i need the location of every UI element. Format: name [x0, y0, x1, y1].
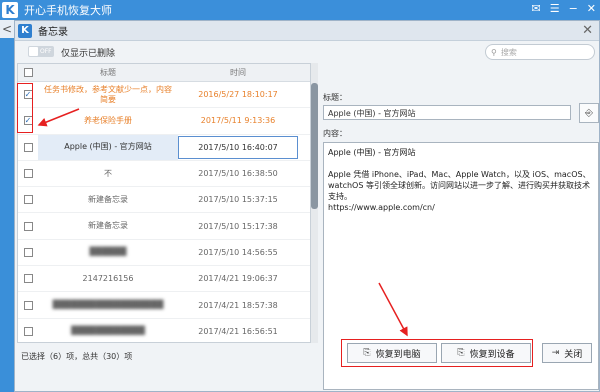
- list-item[interactable]: 2147216156 2017/4/21 19:06:37: [18, 266, 310, 293]
- list-header: 标题 时间: [18, 64, 310, 82]
- row-title: ██████: [89, 247, 127, 257]
- content-line-2: Apple 凭借 iPhone、iPad、Mac、Apple Watch，以及 …: [328, 170, 591, 201]
- row-time: 2017/5/10 14:56:55: [198, 247, 278, 257]
- row-check-cell: [18, 274, 38, 284]
- computer-icon: ⎘: [363, 348, 371, 358]
- row-checkbox[interactable]: [23, 142, 33, 152]
- close-button[interactable]: ⇥ 关闭: [542, 343, 592, 363]
- notes-dialog: K 备忘录 ✕ OFF 仅显示已删除 ⚲ 搜索 标题 时间 ✓ 任务书修改，参考文…: [14, 20, 600, 392]
- app-titlebar: K 开心手机恢复大师 ✉ ☰ − ✕: [0, 0, 600, 20]
- row-check-cell: [18, 142, 38, 152]
- restore-to-device-label: 恢复到设备: [469, 349, 515, 360]
- detail-panel: 标题： Apple (中国) - 官方网站 ⎆ 内容： Apple (中国) -…: [323, 63, 599, 390]
- list-item[interactable]: 新建备忘录 2017/5/10 15:17:38: [18, 213, 310, 240]
- row-title: ████████████: [71, 326, 145, 336]
- row-checkbox[interactable]: [23, 247, 33, 257]
- select-all-cell: [18, 68, 38, 77]
- row-checkbox[interactable]: [23, 221, 33, 231]
- toggle-knob: [29, 47, 38, 56]
- dialog-header: K 备忘录 ✕: [15, 21, 599, 41]
- app-title: 开心手机恢复大师: [24, 4, 112, 17]
- row-title: 新建备忘录: [88, 194, 128, 204]
- selection-status: 已选择（6）项，总共（30）项: [21, 352, 133, 361]
- select-all-checkbox[interactable]: [23, 68, 33, 77]
- list-item[interactable]: 新建备忘录 2017/5/10 15:37:15: [18, 187, 310, 214]
- message-icon[interactable]: ✉: [531, 2, 540, 15]
- row-title: 养老保险手册: [84, 115, 132, 125]
- restore-to-pc-label: 恢复到电脑: [375, 349, 421, 360]
- title-label: 标题：: [323, 93, 347, 102]
- row-title: 不: [104, 168, 112, 178]
- title-field[interactable]: Apple (中国) - 官方网站: [323, 105, 571, 120]
- list-item[interactable]: 不 2017/5/10 16:38:50: [18, 161, 310, 188]
- row-title: Apple (中国) - 官方网站: [38, 134, 178, 160]
- close-label: 关闭: [564, 349, 583, 360]
- row-checkbox[interactable]: ✓: [23, 116, 33, 126]
- row-checkbox[interactable]: [23, 300, 33, 310]
- row-time: 2017/5/10 15:37:15: [198, 195, 278, 205]
- row-checkbox[interactable]: [23, 326, 33, 336]
- exit-icon: ⇥: [551, 348, 560, 358]
- row-time: 2017/4/21 19:06:37: [198, 274, 278, 284]
- row-check-cell: [18, 169, 38, 179]
- row-time: 2017/5/10 16:40:07: [178, 135, 298, 159]
- notes-list: 标题 时间 ✓ 任务书修改，参考文献少一点，内容简要 2016/5/27 18:10…: [17, 63, 311, 343]
- dialog-close-icon[interactable]: ✕: [582, 23, 593, 38]
- row-check-cell: [18, 326, 38, 336]
- list-item[interactable]: ██████████████████ 2017/4/21 18:57:38: [18, 292, 310, 319]
- row-check-cell: [18, 247, 38, 257]
- header-time[interactable]: 时间: [178, 67, 298, 78]
- scrollbar-thumb[interactable]: [311, 83, 318, 209]
- toggle-state: OFF: [40, 48, 52, 55]
- dialog-logo: K: [18, 23, 32, 38]
- search-placeholder: 搜索: [500, 47, 517, 57]
- dialog-title: 备忘录: [38, 27, 68, 38]
- row-checkbox[interactable]: [23, 274, 33, 284]
- row-time: 2017/5/10 16:38:50: [198, 169, 278, 179]
- copy-title-button[interactable]: ⎆: [579, 103, 599, 123]
- export-icon: ⎆: [585, 107, 593, 119]
- search-input[interactable]: ⚲ 搜索: [485, 44, 595, 60]
- window-controls: ✉ ☰ − ✕: [531, 2, 596, 15]
- row-time: 2016/5/27 18:10:17: [198, 90, 278, 100]
- content-line-1: Apple (中国) - 官方网站: [328, 148, 416, 157]
- toolbar: OFF 仅显示已删除 ⚲ 搜索: [15, 41, 599, 63]
- restore-to-device-button[interactable]: ⎘ 恢复到设备: [441, 343, 531, 363]
- row-check-cell: ✓: [18, 116, 38, 126]
- list-rows: ✓ 任务书修改，参考文献少一点，内容简要 2016/5/27 18:10:17 ✓ 养老…: [18, 82, 310, 342]
- list-item[interactable]: ████████████ 2017/4/21 16:56:51: [18, 319, 310, 342]
- row-check-cell: [18, 300, 38, 310]
- row-title: 新建备忘录: [88, 221, 128, 231]
- row-title: 任务书修改，参考文献少一点，内容简要: [44, 84, 172, 104]
- row-checkbox[interactable]: [23, 169, 33, 179]
- row-checkbox[interactable]: [23, 195, 33, 205]
- row-time: 2017/4/21 16:56:51: [198, 326, 278, 336]
- row-check-cell: [18, 221, 38, 231]
- row-time: 2017/5/11 9:13:36: [200, 116, 276, 126]
- row-time: 2017/5/10 15:17:38: [198, 221, 278, 231]
- device-icon: ⎘: [457, 348, 465, 358]
- app-logo: K: [2, 2, 18, 18]
- minimize-icon[interactable]: −: [569, 2, 578, 15]
- back-arrow-icon[interactable]: <: [0, 20, 14, 38]
- content-label: 内容：: [323, 129, 347, 138]
- toggle-label: 仅显示已删除: [61, 49, 116, 59]
- deleted-only-toggle[interactable]: OFF: [28, 46, 54, 57]
- search-icon: ⚲: [491, 47, 497, 57]
- row-check-cell: [18, 195, 38, 205]
- close-app-icon[interactable]: ✕: [587, 2, 596, 15]
- row-check-cell: ✓: [18, 90, 38, 100]
- list-item[interactable]: Apple (中国) - 官方网站 2017/5/10 16:40:07: [18, 134, 310, 161]
- row-title: ██████████████████: [52, 300, 164, 310]
- list-item[interactable]: ✓ 养老保险手册 2017/5/11 9:13:36: [18, 108, 310, 135]
- header-title[interactable]: 标题: [38, 67, 178, 78]
- menu-icon[interactable]: ☰: [550, 2, 560, 15]
- restore-to-pc-button[interactable]: ⎘ 恢复到电脑: [347, 343, 437, 363]
- list-item[interactable]: ██████ 2017/5/10 14:56:55: [18, 240, 310, 267]
- list-item[interactable]: ✓ 任务书修改，参考文献少一点，内容简要 2016/5/27 18:10:17: [18, 82, 310, 109]
- row-title: 2147216156: [82, 273, 134, 283]
- row-checkbox[interactable]: ✓: [23, 90, 33, 100]
- content-line-3: https://www.apple.com/cn/: [328, 203, 435, 212]
- row-time: 2017/4/21 18:57:38: [198, 300, 278, 310]
